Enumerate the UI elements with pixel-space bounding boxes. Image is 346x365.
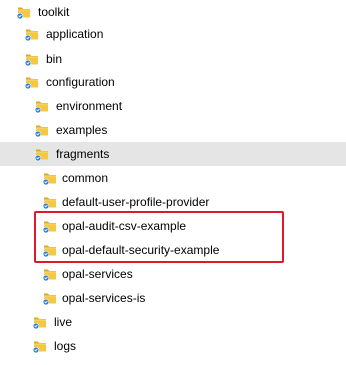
folder-icon — [34, 98, 50, 114]
tree-row-bin[interactable]: bin — [0, 47, 346, 71]
tree-item-label: default-user-profile-provider — [62, 195, 210, 209]
folder-icon — [42, 170, 58, 186]
folder-icon — [24, 51, 40, 67]
tree-row-live[interactable]: live — [0, 310, 346, 334]
tree-row-application[interactable]: application — [0, 22, 346, 46]
folder-icon — [42, 242, 58, 258]
tree-row-fragments[interactable]: fragments — [0, 142, 346, 166]
folder-tree: toolkit application bin configuration en… — [0, 0, 346, 365]
folder-icon — [42, 218, 58, 234]
tree-row-default-user-profile-provider[interactable]: default-user-profile-provider — [0, 190, 346, 214]
folder-icon — [34, 122, 50, 138]
tree-row-opal-audit-csv-example[interactable]: opal-audit-csv-example — [0, 214, 346, 238]
tree-item-label: opal-default-security-example — [62, 243, 220, 257]
tree-item-label: configuration — [46, 75, 115, 89]
tree-item-label: toolkit — [38, 5, 70, 19]
tree-item-label: environment — [56, 99, 123, 113]
tree-row-toolkit[interactable]: toolkit — [0, 0, 346, 24]
tree-row-environment[interactable]: environment — [0, 94, 346, 118]
tree-item-label: opal-services-is — [62, 291, 146, 305]
tree-row-configuration[interactable]: configuration — [0, 70, 346, 94]
tree-item-label: bin — [46, 52, 63, 66]
tree-item-label: opal-services — [62, 267, 133, 281]
tree-item-label: opal-audit-csv-example — [62, 219, 187, 233]
folder-icon — [16, 4, 32, 20]
folder-icon — [24, 26, 40, 42]
tree-row-examples[interactable]: examples — [0, 118, 346, 142]
tree-item-label: fragments — [56, 147, 110, 161]
tree-row-opal-default-security-example[interactable]: opal-default-security-example — [0, 238, 346, 262]
folder-icon — [42, 266, 58, 282]
tree-item-label: live — [54, 315, 73, 329]
folder-icon — [32, 338, 48, 354]
folder-icon — [34, 146, 50, 162]
tree-row-common[interactable]: common — [0, 166, 346, 190]
folder-icon — [32, 314, 48, 330]
folder-icon — [42, 290, 58, 306]
folder-icon — [42, 194, 58, 210]
tree-item-label: examples — [56, 123, 108, 137]
tree-row-opal-services-is[interactable]: opal-services-is — [0, 286, 346, 310]
tree-row-logs[interactable]: logs — [0, 334, 346, 358]
tree-item-label: application — [46, 27, 104, 41]
tree-row-opal-services[interactable]: opal-services — [0, 262, 346, 286]
tree-item-label: logs — [54, 339, 77, 353]
tree-item-label: common — [62, 171, 109, 185]
folder-icon — [24, 74, 40, 90]
